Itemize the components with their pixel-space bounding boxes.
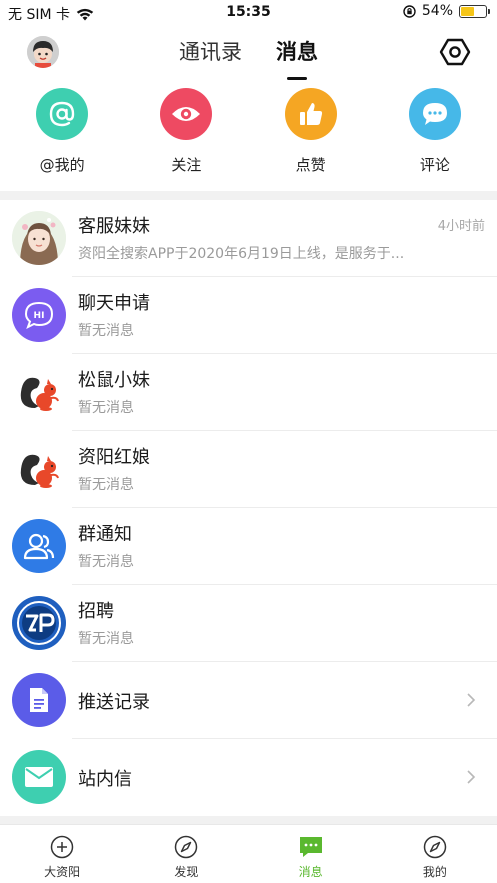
quick-action-likes[interactable]: 点赞	[249, 88, 373, 186]
chat-request-icon: HI	[24, 301, 54, 329]
message-row-matchmaker[interactable]: 资阳红娘 暂无消息	[0, 431, 497, 508]
bottom-divider	[0, 816, 497, 824]
message-preview: 暂无消息	[78, 631, 134, 647]
recruit-logo	[13, 597, 65, 649]
status-right: 54%	[403, 3, 490, 19]
tabbar-label: 发现	[174, 865, 199, 879]
message-preview: 暂无消息	[78, 400, 134, 416]
compass-icon	[423, 835, 447, 859]
tab-bar: 大资阳 发现 消息 我的	[0, 824, 497, 883]
message-title: 招聘	[78, 601, 114, 622]
battery-percent: 54%	[421, 3, 453, 19]
message-title: 资阳红娘	[78, 447, 150, 468]
quick-action-likes-circle	[284, 88, 337, 140]
battery-icon	[459, 4, 490, 18]
message-row-customer-service[interactable]: 客服妹妹 4小时前 资阳全搜索APP于2020年6月19日上线，是服务于...	[0, 200, 497, 277]
tabbar-label: 消息	[298, 865, 323, 879]
tabbar-label: 我的	[422, 865, 447, 879]
message-title: 站内信	[78, 769, 132, 790]
quick-action-comments[interactable]: 评论	[373, 88, 497, 186]
battery-level	[461, 6, 474, 16]
plus-circle-icon	[50, 835, 74, 859]
orientation-lock-icon	[403, 4, 416, 18]
message-row-group-notice[interactable]: 群通知 暂无消息	[0, 508, 497, 585]
settings-button[interactable]	[439, 36, 471, 68]
message-preview: 暂无消息	[78, 477, 134, 493]
quick-action-likes-label: 点赞	[295, 156, 326, 174]
squirrel-icon	[20, 454, 59, 488]
message-title: 松鼠小妹	[78, 370, 150, 391]
group-notice-avatar	[12, 519, 66, 573]
tab-messages[interactable]: 消息	[274, 36, 320, 80]
squirrel-icon	[20, 377, 59, 411]
site-mail-avatar	[12, 750, 66, 804]
active-tab-indicator	[287, 77, 307, 80]
message-icon	[299, 837, 322, 857]
message-row-squirrel-sister[interactable]: 松鼠小妹 暂无消息	[0, 354, 497, 431]
tab-contacts-label: 通讯录	[179, 40, 242, 64]
tabbar-label: 大资阳	[44, 865, 81, 879]
tabbar-item-discover[interactable]: 发现	[124, 825, 248, 883]
portrait-image	[12, 211, 66, 265]
group-icon	[23, 533, 55, 560]
tabbar-item-profile[interactable]: 我的	[373, 825, 497, 883]
message-preview: 暂无消息	[78, 323, 134, 339]
document-icon	[30, 688, 48, 712]
comment-icon	[422, 103, 447, 125]
chat-request-avatar: HI	[12, 288, 66, 342]
tabbar-item-home[interactable]: 大资阳	[0, 825, 124, 883]
quick-action-follow[interactable]: 关注	[124, 88, 248, 186]
at-icon	[49, 101, 75, 127]
matchmaker-avatar	[12, 442, 66, 496]
push-records-avatar	[12, 673, 66, 727]
tabbar-item-messages[interactable]: 消息	[249, 825, 373, 883]
chevron-right-icon	[467, 693, 476, 707]
message-row-recruitment[interactable]: 招聘 暂无消息	[0, 585, 497, 662]
message-row-push-records[interactable]: 推送记录	[0, 662, 497, 739]
recruitment-avatar	[12, 596, 66, 650]
mail-icon	[25, 767, 53, 787]
header-tabs: 通讯录 消息	[0, 36, 497, 80]
message-preview: 资阳全搜索APP于2020年6月19日上线，是服务于...	[78, 246, 405, 262]
chevron-right-icon	[467, 770, 476, 784]
quick-action-mentions-circle	[36, 88, 89, 140]
message-preview: 暂无消息	[78, 554, 134, 570]
tab-contacts[interactable]: 通讯录	[177, 36, 244, 66]
message-row-site-mail[interactable]: 站内信	[0, 739, 497, 816]
message-list: 客服妹妹 4小时前 资阳全搜索APP于2020年6月19日上线，是服务于... …	[0, 200, 497, 816]
message-row-chat-request[interactable]: HI 聊天申请 暂无消息	[0, 277, 497, 354]
quick-action-comments-label: 评论	[419, 156, 450, 174]
quick-action-follow-circle	[160, 88, 213, 140]
message-title: 客服妹妹	[78, 216, 150, 237]
eye-icon	[172, 107, 201, 121]
header: 通讯录 消息	[0, 26, 497, 82]
svg-text:HI: HI	[34, 311, 45, 321]
quick-action-mentions[interactable]: @我的	[0, 88, 124, 186]
quick-action-comments-circle	[408, 88, 461, 140]
message-title: 群通知	[78, 524, 132, 545]
squirrel-sister-avatar	[12, 365, 66, 419]
status-bar: 无 SIM 卡 15:35 54%	[0, 0, 497, 26]
tab-messages-label: 消息	[276, 40, 318, 64]
settings-icon	[439, 38, 471, 66]
message-title: 推送记录	[78, 692, 150, 713]
customer-service-avatar	[12, 211, 66, 265]
message-title: 聊天申请	[78, 293, 150, 314]
quick-actions: @我的 关注 点赞 评论	[0, 88, 497, 186]
message-time: 4小时前	[437, 219, 485, 234]
quick-action-mentions-label: @我的	[39, 156, 85, 174]
section-divider	[0, 191, 497, 200]
compass-icon	[175, 835, 198, 859]
quick-action-follow-label: 关注	[171, 156, 202, 174]
thumbs-up-icon	[299, 103, 322, 125]
